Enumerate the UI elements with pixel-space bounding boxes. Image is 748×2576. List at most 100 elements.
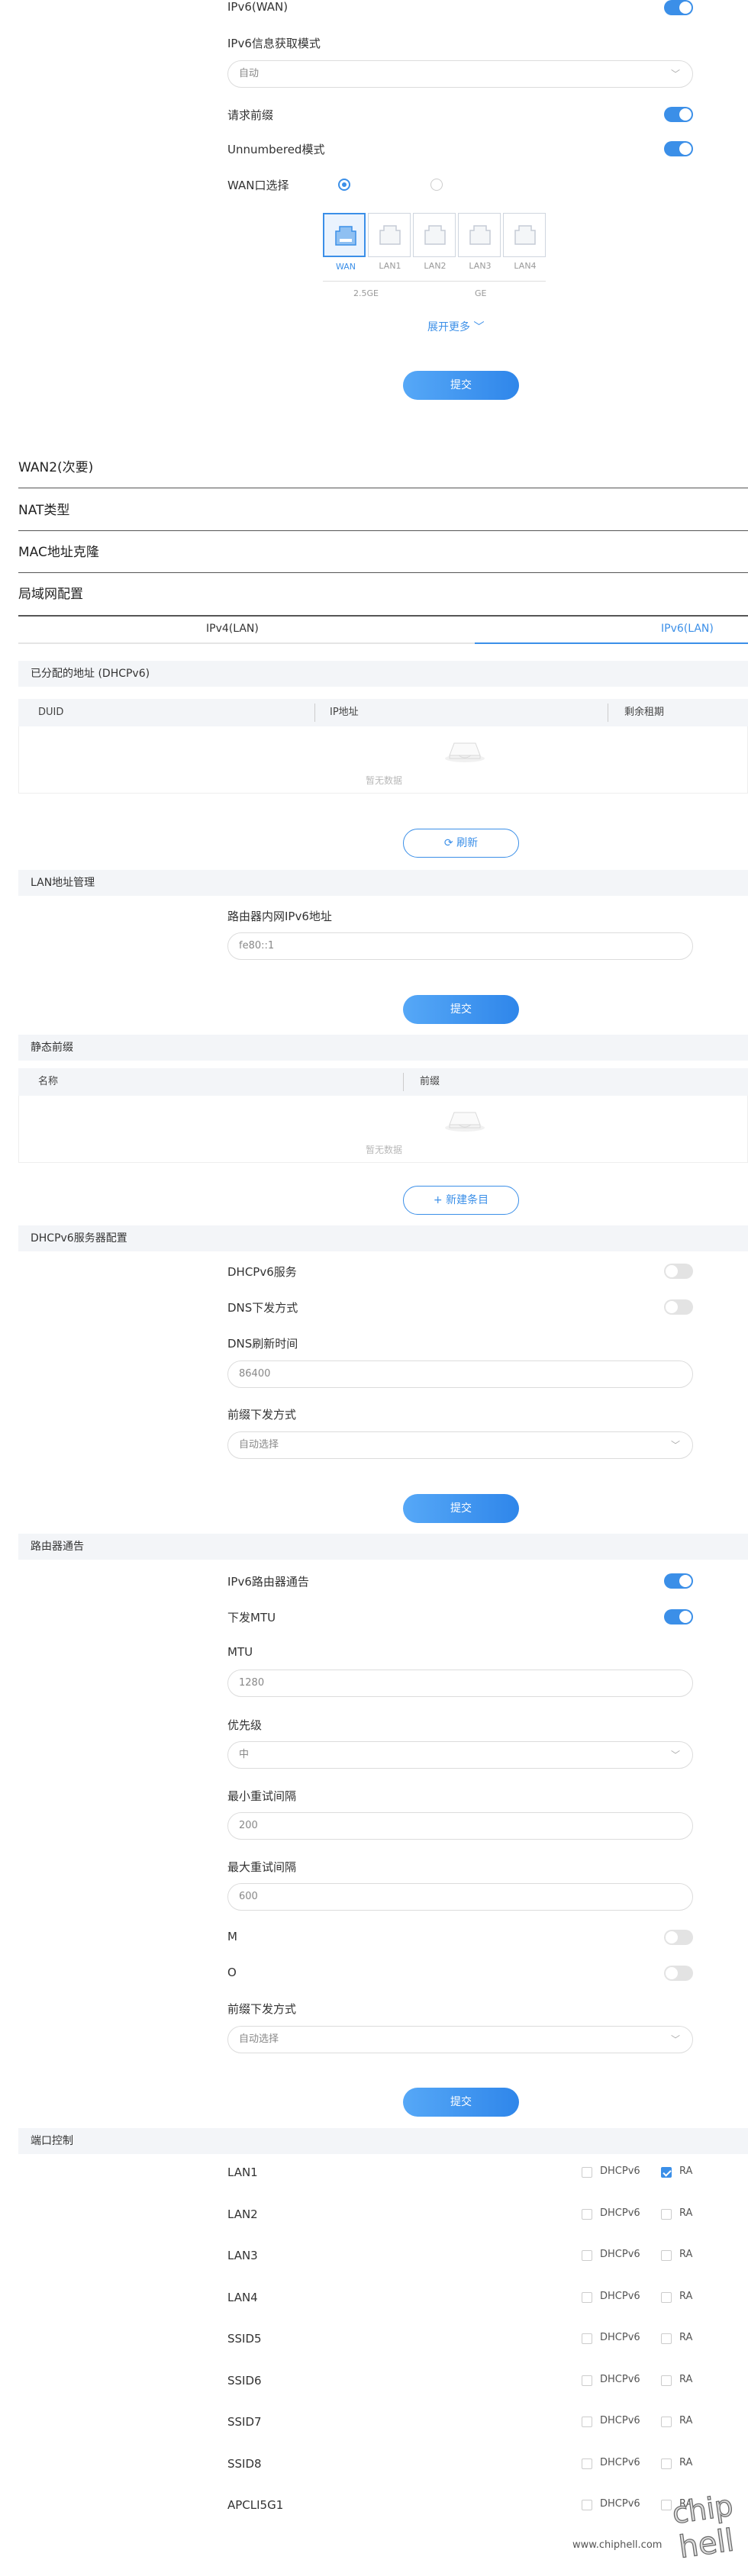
ra-prefix-mode-select[interactable]: 自动选择 ﹀	[227, 2026, 693, 2053]
min-interval-label: 最小重试间隔	[227, 1789, 297, 1803]
dhcpv6-checkbox[interactable]	[582, 2209, 592, 2220]
static-prefix-header: 静态前缀	[18, 1035, 748, 1061]
tab-ipv4-lan[interactable]: IPv4(LAN)	[206, 623, 259, 635]
ra-checkbox-label: RA	[679, 2332, 693, 2343]
priority-value: 中	[239, 1749, 250, 1760]
m-flag-toggle[interactable]	[664, 1930, 693, 1945]
wan-port-radio-1[interactable]	[338, 179, 350, 191]
chevron-down-icon: ﹀	[670, 69, 680, 79]
section-nat[interactable]: NAT类型	[18, 490, 748, 531]
dhcpv6-submit-button[interactable]: 提交	[403, 1494, 519, 1523]
dhcpv6-checkbox-label: DHCPv6	[600, 2291, 640, 2302]
section-wan2[interactable]: WAN2(次要)	[18, 447, 748, 488]
col-duid: DUID	[38, 707, 64, 718]
dhcpv6-checkbox[interactable]	[582, 2458, 592, 2469]
tab-ipv6-lan[interactable]: IPv6(LAN)	[661, 623, 714, 635]
add-entry-button[interactable]: + 新建条目	[403, 1186, 519, 1215]
ra-checkbox-label: RA	[679, 2207, 693, 2219]
dhcpv6-checkbox[interactable]	[582, 2375, 592, 2386]
router-ipv6-input[interactable]: fe80::1	[227, 932, 693, 960]
dhcpv6-checkbox-label: DHCPv6	[600, 2207, 640, 2219]
section-mac-clone[interactable]: MAC地址克隆	[18, 532, 748, 573]
send-mtu-toggle[interactable]	[664, 1609, 693, 1624]
ipv6-ra-toggle[interactable]	[664, 1573, 693, 1589]
port-lan1[interactable]: LAN1	[368, 213, 411, 271]
ra-checkbox[interactable]	[661, 2250, 672, 2261]
lan-submit-button[interactable]: 提交	[403, 995, 519, 1024]
section-title: 局域网配置	[18, 587, 83, 602]
ipv6-wan-toggle[interactable]	[664, 0, 693, 15]
dhcpv6-checkbox[interactable]	[582, 2167, 592, 2178]
o-flag-label: O	[227, 1966, 237, 1979]
dhcpv6-checkbox[interactable]	[582, 2292, 592, 2303]
unnumbered-toggle[interactable]	[664, 141, 693, 156]
wan-port-radio-2[interactable]	[430, 179, 443, 191]
ra-checkbox[interactable]	[661, 2333, 672, 2344]
dhcpv6-checkbox[interactable]	[582, 2500, 592, 2510]
wan-submit-button[interactable]: 提交	[403, 371, 519, 400]
dhcpv6-checkbox[interactable]	[582, 2417, 592, 2427]
ra-checkbox[interactable]	[661, 2417, 672, 2427]
priority-select[interactable]: 中 ﹀	[227, 1741, 693, 1769]
chevron-down-icon: ﹀	[670, 1440, 680, 1451]
ra-prefix-mode-value: 自动选择	[239, 2033, 279, 2045]
request-prefix-label: 请求前缀	[227, 108, 274, 122]
section-title: MAC地址克隆	[18, 545, 99, 560]
ra-checkbox[interactable]	[661, 2500, 672, 2510]
mtu-input[interactable]: 1280	[227, 1670, 693, 1697]
ra-checkbox[interactable]	[661, 2209, 672, 2220]
ra-submit-button[interactable]: 提交	[403, 2088, 519, 2117]
empty-text: 暂无数据	[365, 775, 402, 786]
ipv6-ra-label: IPv6路由器通告	[227, 1575, 309, 1589]
ipv6-mode-value: 自动	[239, 68, 260, 79]
col-name: 名称	[38, 1076, 59, 1087]
ethernet-port-icon	[379, 225, 401, 245]
port-name: LAN1	[227, 2165, 258, 2179]
ra-checkbox[interactable]	[661, 2167, 672, 2178]
port-label: LAN3	[469, 261, 492, 271]
ra-checkbox[interactable]	[661, 2375, 672, 2386]
dns-refresh-input[interactable]: 86400	[227, 1360, 693, 1388]
speed-25ge-label: 2.5GE	[353, 288, 379, 298]
priority-label: 优先级	[227, 1718, 263, 1732]
min-interval-value: 200	[239, 1820, 258, 1831]
port-name: LAN2	[227, 2207, 258, 2221]
ra-prefix-mode-label: 前缀下发方式	[227, 2002, 297, 2016]
dns-mode-toggle[interactable]	[664, 1299, 693, 1315]
port-lan4[interactable]: LAN4	[503, 213, 546, 271]
ethernet-port-icon	[469, 225, 491, 245]
expand-more-link[interactable]: 展开更多 ﹀	[427, 319, 484, 334]
dhcpv6-checkbox-label: DHCPv6	[600, 2374, 640, 2385]
mtu-value: 1280	[239, 1677, 265, 1689]
port-wan[interactable]: WAN	[323, 213, 366, 272]
router-ipv6-value: fe80::1	[239, 940, 275, 952]
ethernet-port-icon	[335, 226, 356, 246]
ra-checkbox[interactable]	[661, 2458, 672, 2469]
ra-checkbox-label: RA	[679, 2249, 693, 2260]
wan-port-select-label: WAN口选择	[227, 179, 289, 192]
ra-checkbox[interactable]	[661, 2292, 672, 2303]
port-lan2[interactable]: LAN2	[413, 213, 456, 271]
ipv6-mode-select[interactable]: 自动 ﹀	[227, 60, 693, 88]
min-interval-input[interactable]: 200	[227, 1812, 693, 1840]
section-lan-config[interactable]: 局域网配置	[18, 574, 748, 617]
dhcp-prefix-mode-value: 自动选择	[239, 1439, 279, 1451]
port-lan3[interactable]: LAN3	[458, 213, 501, 271]
static-prefix-table-header: 名称 前缀	[18, 1068, 748, 1096]
dhcpv6-checkbox-label: DHCPv6	[600, 2498, 640, 2510]
max-interval-input[interactable]: 600	[227, 1883, 693, 1911]
dhcpv6-checkbox[interactable]	[582, 2250, 592, 2261]
o-flag-toggle[interactable]	[664, 1966, 693, 1981]
dhcp-prefix-mode-select[interactable]: 自动选择 ﹀	[227, 1431, 693, 1459]
request-prefix-toggle[interactable]	[664, 107, 693, 122]
refresh-label: 刷新	[456, 837, 479, 849]
lan-address-header: LAN地址管理	[18, 870, 748, 896]
empty-box-icon	[445, 742, 485, 762]
col-ip: IP地址	[330, 707, 359, 718]
dhcpv6-service-toggle[interactable]	[664, 1264, 693, 1279]
refresh-button[interactable]: ⟳ 刷新	[403, 829, 519, 858]
dhcpv6-checkbox[interactable]	[582, 2333, 592, 2344]
port-name: SSID7	[227, 2415, 262, 2429]
col-divider	[314, 704, 315, 722]
port-name: SSID8	[227, 2457, 262, 2471]
